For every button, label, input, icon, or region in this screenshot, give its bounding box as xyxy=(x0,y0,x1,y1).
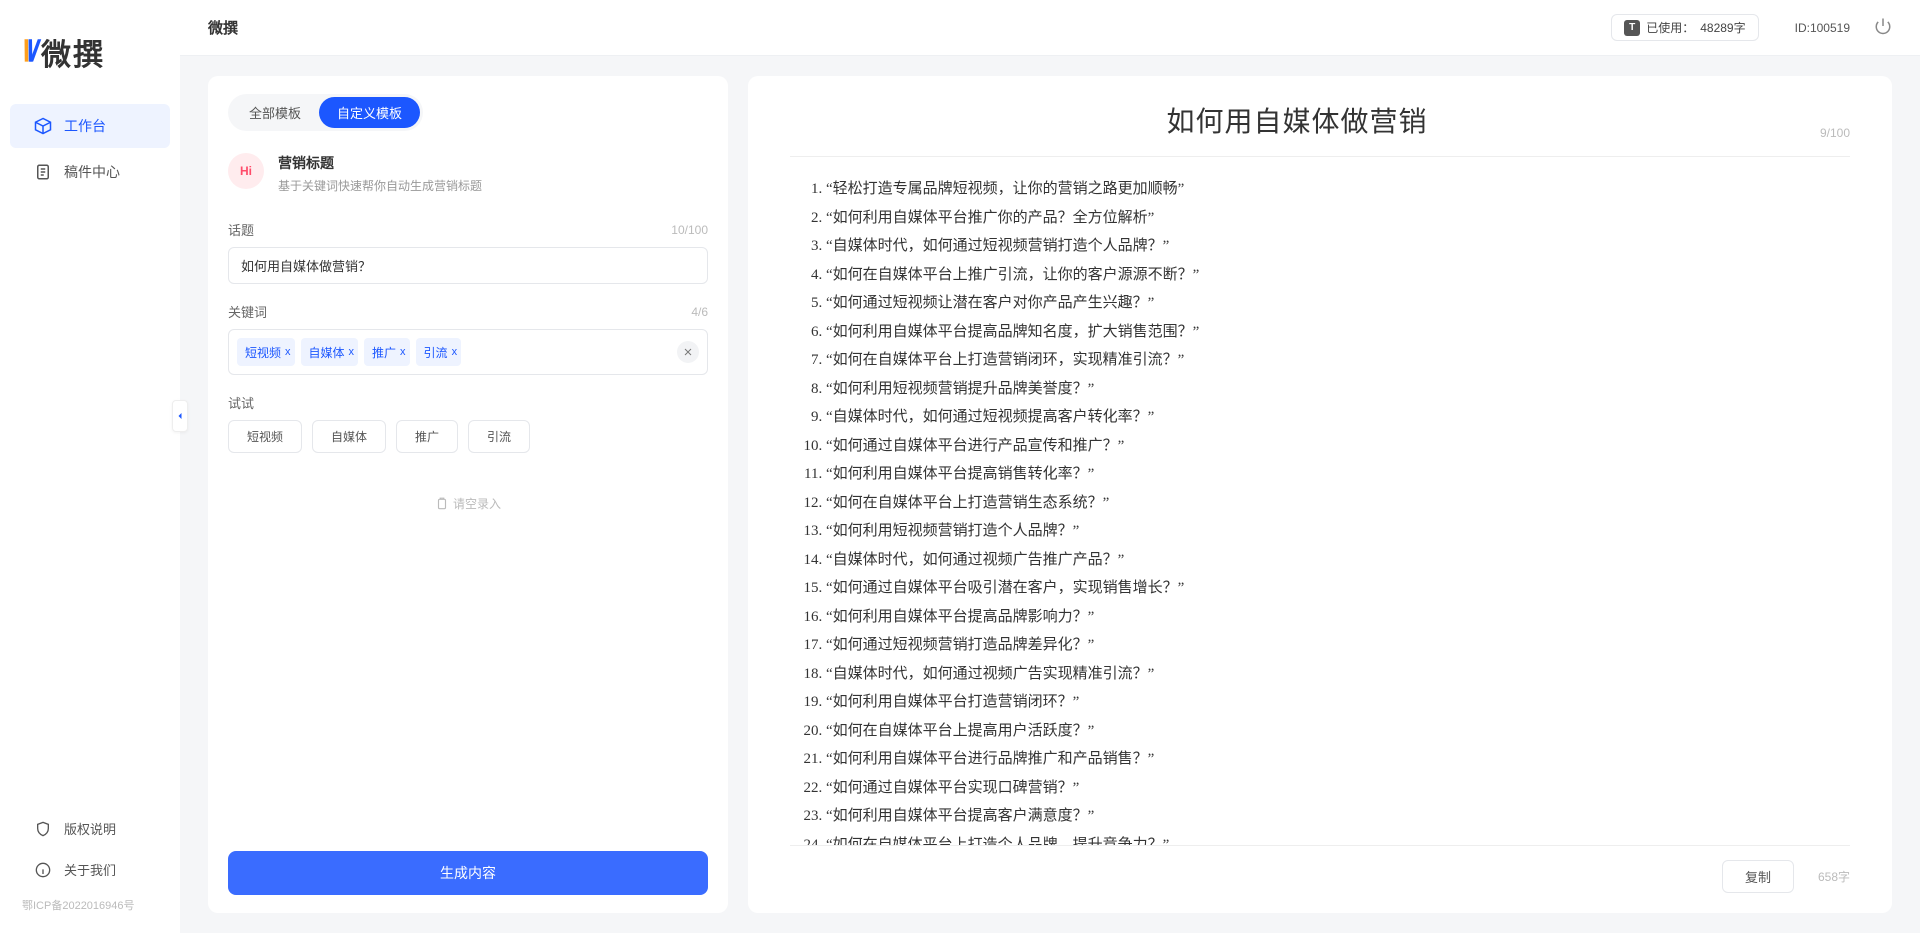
panel-output: 如何用自媒体做营销 9/100 “轻松打造专属品牌短视频，让你的营销之路更加顺畅… xyxy=(748,76,1892,913)
doc-line: “轻松打造专属品牌短视频，让你的营销之路更加顺畅” xyxy=(826,175,1846,204)
tag-remove-icon[interactable]: x xyxy=(285,346,291,358)
tag-remove-icon[interactable]: x xyxy=(400,346,406,358)
template-title: 营销标题 xyxy=(278,153,482,173)
doc-line: “如何通过短视频营销打造品牌差异化？” xyxy=(826,631,1846,660)
clipboard-icon xyxy=(435,497,449,511)
doc-line: “如何在自媒体平台上打造个人品牌，提升竞争力？” xyxy=(826,831,1846,846)
nav-footer: 版权说明 关于我们 xyxy=(0,809,180,889)
doc-line: “如何通过自媒体平台实现口碑营销？” xyxy=(826,774,1846,803)
nav-item-drafts[interactable]: 稿件中心 xyxy=(10,150,170,194)
nav-item-about[interactable]: 关于我们 xyxy=(10,850,170,889)
tag-remove-icon[interactable]: x xyxy=(452,346,458,358)
template-card: Hi 营销标题 基于关键词快速帮你自动生成营销标题 xyxy=(228,153,708,194)
keywords-clear-button[interactable] xyxy=(677,341,699,363)
doc-line: “如何利用短视频营销提升品牌美誉度？” xyxy=(826,375,1846,404)
doc-line: “如何通过自媒体平台吸引潜在客户，实现销售增长？” xyxy=(826,574,1846,603)
doc-line: “如何利用自媒体平台打造营销闭环？” xyxy=(826,688,1846,717)
template-icon: Hi xyxy=(228,153,264,189)
doc-icon xyxy=(34,163,52,181)
try-option-button[interactable]: 推广 xyxy=(396,420,458,453)
nav-item-label: 工作台 xyxy=(64,116,106,136)
doc-line: “如何在自媒体平台上提高用户活跃度？” xyxy=(826,717,1846,746)
logo-mark: \\/ xyxy=(22,35,35,69)
keywords-input[interactable]: 短视频 x自媒体 x推广 x引流 x xyxy=(228,329,708,375)
doc-line: “如何利用自媒体平台推广你的产品？全方位解析” xyxy=(826,204,1846,233)
try-option-button[interactable]: 自媒体 xyxy=(312,420,386,453)
doc-line: “自媒体时代，如何通过视频广告实现精准引流？” xyxy=(826,660,1846,689)
panel-config: 全部模板 自定义模板 Hi 营销标题 基于关键词快速帮你自动生成营销标题 话题 … xyxy=(208,76,728,913)
topic-input[interactable] xyxy=(228,247,708,284)
doc-line: “自媒体时代，如何通过短视频提高客户转化率？” xyxy=(826,403,1846,432)
doc-line: “如何利用短视频营销打造个人品牌？” xyxy=(826,517,1846,546)
keywords-label: 关键词 xyxy=(228,302,691,321)
main: 微撰 T 已使用： 48289字 ID:100519 全部模板 自定义模板 Hi… xyxy=(180,0,1920,933)
nav-primary: 工作台 稿件中心 xyxy=(0,104,180,194)
try-label: 试试 xyxy=(228,393,708,412)
keyword-tag[interactable]: 推广 x xyxy=(364,338,410,366)
template-desc: 基于关键词快速帮你自动生成营销标题 xyxy=(278,177,482,194)
topic-label: 话题 xyxy=(228,220,671,239)
doc-char-count: 658字 xyxy=(1818,868,1850,885)
nav-item-copyright[interactable]: 版权说明 xyxy=(10,809,170,848)
user-id: ID:100519 xyxy=(1795,21,1850,35)
doc-title[interactable]: 如何用自媒体做营销 xyxy=(790,100,1804,140)
tab-all-templates[interactable]: 全部模板 xyxy=(231,97,319,128)
doc-line: “如何利用自媒体平台提高客户满意度？” xyxy=(826,802,1846,831)
shield-icon xyxy=(34,820,52,838)
copy-button[interactable]: 复制 xyxy=(1722,860,1794,893)
topbar: 微撰 T 已使用： 48289字 ID:100519 xyxy=(180,0,1920,56)
text-icon: T xyxy=(1624,20,1640,36)
doc-line: “如何利用自媒体平台提高销售转化率？” xyxy=(826,460,1846,489)
try-option-button[interactable]: 引流 xyxy=(468,420,530,453)
keyword-tag[interactable]: 引流 x xyxy=(416,338,462,366)
keyword-tag[interactable]: 短视频 x xyxy=(237,338,295,366)
doc-line: “如何利用自媒体平台进行品牌推广和产品销售？” xyxy=(826,745,1846,774)
sidebar: \\/ 微撰 工作台 稿件中心 版权说明 关 xyxy=(0,0,180,933)
topic-count: 10/100 xyxy=(671,223,708,237)
doc-line: “如何利用自媒体平台提高品牌影响力？” xyxy=(826,603,1846,632)
usage-badge: T 已使用： 48289字 xyxy=(1611,14,1758,41)
icp-text: 鄂ICP备2022016946号 xyxy=(0,889,180,913)
usage-label: 已使用： xyxy=(1646,19,1694,36)
power-icon[interactable] xyxy=(1874,17,1892,38)
nav-item-workspace[interactable]: 工作台 xyxy=(10,104,170,148)
doc-line: “如何通过自媒体平台进行产品宣传和推广？” xyxy=(826,432,1846,461)
doc-line: “如何在自媒体平台上打造营销闭环，实现精准引流？” xyxy=(826,346,1846,375)
doc-line: “如何在自媒体平台上打造营销生态系统？” xyxy=(826,489,1846,518)
empty-hint: 请空录入 xyxy=(228,495,708,512)
tab-custom-template[interactable]: 自定义模板 xyxy=(319,97,420,128)
doc-line: “如何在自媒体平台上推广引流，让你的客户源源不断？” xyxy=(826,261,1846,290)
form-block-topic: 话题 10/100 xyxy=(228,220,708,284)
doc-line: “如何通过短视频让潜在客户对你产品产生兴趣？” xyxy=(826,289,1846,318)
keywords-count: 4/6 xyxy=(691,305,708,319)
keyword-tag[interactable]: 自媒体 x xyxy=(301,338,359,366)
doc-body[interactable]: “轻松打造专属品牌短视频，让你的营销之路更加顺畅”“如何利用自媒体平台推广你的产… xyxy=(790,157,1850,845)
sidebar-collapse-handle[interactable] xyxy=(172,400,188,432)
doc-title-count: 9/100 xyxy=(1820,126,1850,140)
tag-remove-icon[interactable]: x xyxy=(349,346,355,358)
cube-icon xyxy=(34,117,52,135)
info-icon xyxy=(34,861,52,879)
try-option-button[interactable]: 短视频 xyxy=(228,420,302,453)
doc-line: “自媒体时代，如何通过短视频营销打造个人品牌？” xyxy=(826,232,1846,261)
nav-item-label: 版权说明 xyxy=(64,819,116,838)
nav-item-label: 关于我们 xyxy=(64,860,116,879)
logo: \\/ 微撰 xyxy=(0,20,180,104)
tabs: 全部模板 自定义模板 xyxy=(228,94,423,131)
nav-item-label: 稿件中心 xyxy=(64,162,120,182)
generate-button[interactable]: 生成内容 xyxy=(228,851,708,895)
form-block-keywords: 关键词 4/6 短视频 x自媒体 x推广 x引流 x xyxy=(228,302,708,375)
page-title: 微撰 xyxy=(208,17,238,38)
doc-line: “如何利用自媒体平台提高品牌知名度，扩大销售范围？” xyxy=(826,318,1846,347)
usage-value: 48289字 xyxy=(1700,19,1745,36)
logo-text: 微撰 xyxy=(41,30,105,74)
form-block-try: 试试 短视频自媒体推广引流 xyxy=(228,393,708,453)
doc-line: “自媒体时代，如何通过视频广告推广产品？” xyxy=(826,546,1846,575)
